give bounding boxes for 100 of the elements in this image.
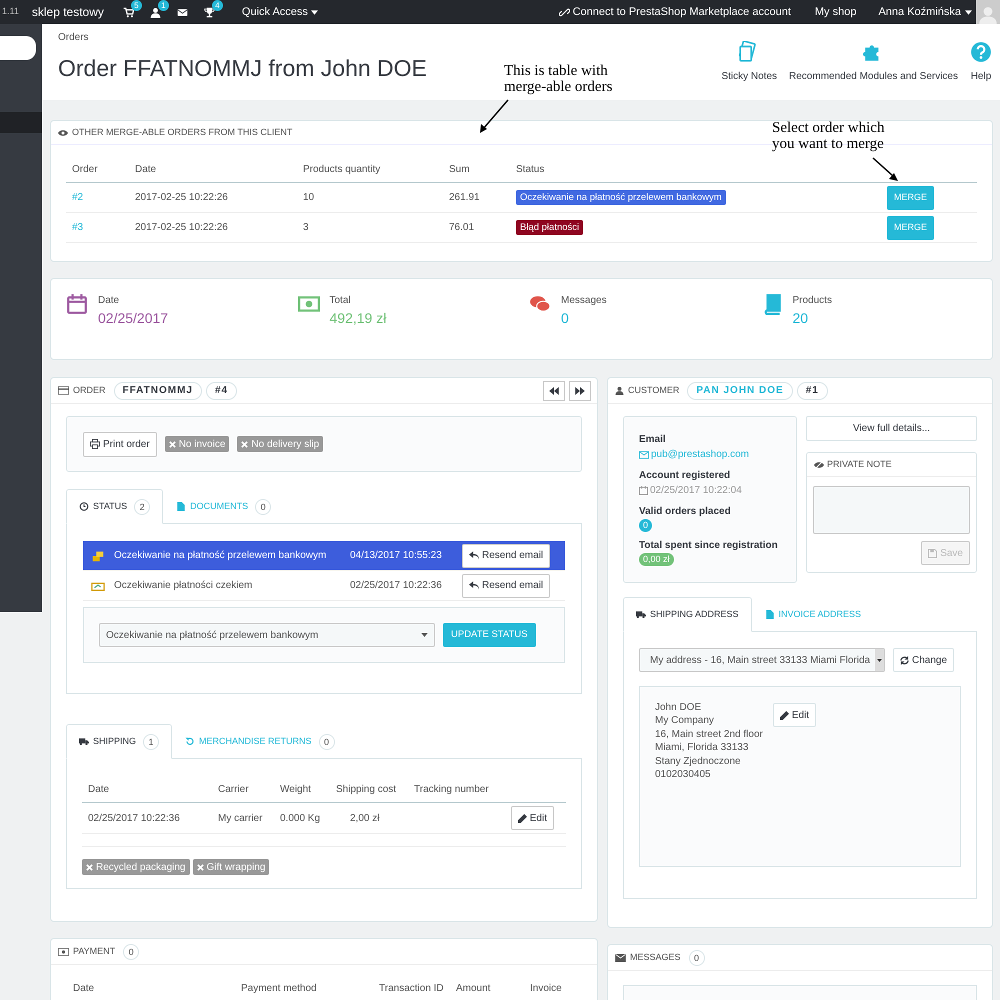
coins-icon [91,548,105,562]
column-header: Order [71,163,99,177]
x-icon [241,440,248,448]
edit-button[interactable]: Edit [510,806,554,830]
annotation-text: Select order which you want to merge [772,120,884,152]
view-full-details-button[interactable]: View full details... [806,416,977,441]
count-badge: 1 [158,0,169,11]
address-line: My Company [655,714,715,728]
table-cell-text: 2,00 zł [349,812,380,826]
envelope-icon [177,6,188,18]
count-badge: 2 [134,498,150,514]
address-select[interactable]: My address - 16, Main street 33133 Miami Florida [639,648,885,672]
panel-heading: PAYMENT [73,944,116,958]
toolbar-button[interactable]: Help [970,41,992,84]
page-title: Order FFATNOMMJ from John DOE [58,54,427,83]
link-icon [558,6,570,18]
annotation-arrow [480,100,509,133]
column-header: Tracking number [413,783,490,797]
kpi-label: Products [792,294,832,308]
kpi-value: 0 [561,309,570,328]
edit-button[interactable]: Edit [772,703,816,727]
column-header: Date [87,783,110,797]
calendar-icon [639,486,648,495]
panel-heading: MESSAGES [630,950,681,964]
print-order-button[interactable]: Print order [83,432,157,456]
reference-pill: #1 [796,382,828,400]
banknote-icon [58,948,69,956]
refresh-icon [900,656,909,664]
column-header: Date [134,163,158,177]
my-shop-link[interactable]: My shop [814,4,856,20]
table-cell-text: 261.91 [448,191,481,205]
caret-icon [965,10,972,14]
version-label: 1.11 [2,5,19,18]
tab[interactable]: STATUS 2 [66,489,164,524]
count-badge: 0 [688,950,705,966]
table-cell-text: 10 [302,191,316,205]
kpi-value: 02/25/2017 [98,309,168,328]
clock-icon [79,502,89,511]
table-cell-text: 2017-02-25 10:22:26 [134,191,229,205]
change-button[interactable]: Change [893,648,954,672]
tab[interactable]: SHIPPING ADDRESS [623,597,752,632]
tab[interactable]: SHIPPING 1 [66,724,172,759]
status-date: 04/13/2017 10:55:23 [350,549,443,563]
count-badge: 4 [212,0,223,11]
status-badge: Oczekiwanie na płatność przelewem bankowym [516,190,726,205]
next-order-button[interactable] [569,380,591,400]
tab[interactable]: DOCUMENTS 0 [163,489,284,524]
status-select[interactable]: Oczekiwanie na płatność przelewem bankowym [99,623,435,647]
status-name: Oczekiwanie na płatność przelewem bankowym [114,549,328,563]
status-name: Oczekiwanie płatności czekiem [114,579,254,593]
eye-slash-icon [814,460,824,468]
table-cell-text: 0.000 Kg [279,812,322,826]
previous-order-button[interactable] [543,380,565,400]
sidebar-search-field[interactable] [0,36,36,60]
breadcrumb[interactable]: Orders [58,30,722,45]
tag: Gift wrapping [192,859,270,875]
field-label: Valid orders placed [639,505,732,519]
tag: Recycled packaging [82,859,190,875]
tab[interactable]: MERCHANDISE RETURNS 0 [172,724,348,759]
quick-access-menu[interactable]: Quick Access [242,4,318,20]
panel-heading: CUSTOMER [628,384,680,397]
x-icon [168,440,176,448]
note-input-field[interactable] [813,486,970,534]
column-header: Shipping cost [335,783,398,797]
annotation-text: This is table with merge-able orders [504,63,612,95]
user-menu[interactable]: Anna Koźmińska [878,4,972,20]
toolbar-button[interactable]: Recommended Modules and Services [789,41,958,84]
address-line: Stany Zjednoczone [655,754,742,768]
amount-badge: 0,00 zł [639,553,674,566]
shop-name[interactable]: sklep testowy [32,3,104,21]
kpi-label: Total [330,294,352,308]
kpi-label: Date [98,294,120,308]
annotation-arrow [872,157,898,181]
column-header: Weight [279,783,312,797]
reply-arrow-icon [469,551,479,560]
credit-card-icon [58,386,69,395]
reference-pill: PAN JOHN DOE [687,382,793,400]
person-silhouette-icon [978,4,998,24]
address-line: 0102030405 [655,768,712,782]
x-icon [196,864,204,870]
double-right-arrow-icon [575,386,585,394]
field-label: Account registered [639,469,732,483]
kpi-value: 20 [792,309,810,328]
person-icon [150,6,162,18]
envelope-icon [615,954,626,962]
column-header: Amount [455,982,492,996]
column-header: Products quantity [302,163,382,177]
resend-email-button[interactable]: Resend email [462,544,550,568]
status-history-row[interactable]: Oczekiwanie płatności czekiem 02/25/2017 10:22:36 Resend email [83,571,565,601]
resend-email-button[interactable]: Resend email [462,574,550,598]
table-cell-text: My carrier [217,812,264,826]
status-history-row[interactable]: Oczekiwanie na płatność przelewem bankowym 04/13/2017 10:55:23 Resend email [83,541,565,571]
undo-icon [185,737,196,746]
address-line: John DOE [655,701,702,714]
marketplace-link[interactable]: Connect to PrestaShop Marketplace account [558,4,791,20]
calendar-icon [66,293,88,315]
column-header: Payment method [240,982,318,996]
toolbar-button[interactable]: Sticky Notes [721,41,778,84]
caret-icon [310,10,318,14]
status-badge: Błąd płatności [516,220,584,235]
